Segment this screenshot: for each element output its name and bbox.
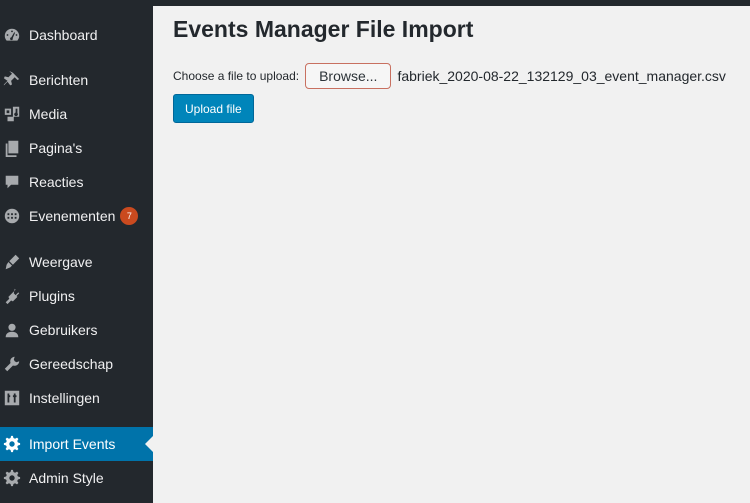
sidebar-item-label: Pagina's xyxy=(29,140,83,156)
sidebar-item-import-events[interactable]: Import Events xyxy=(0,427,153,461)
sidebar-item-label: Gebruikers xyxy=(29,322,98,338)
file-upload-row: Choose a file to upload: Browse... fabri… xyxy=(173,63,726,89)
sidebar-item-label: Evenementen xyxy=(29,208,116,224)
sidebar-item-label: Admin Style xyxy=(29,470,104,486)
sidebar-item-berichten[interactable]: Berichten xyxy=(0,63,153,97)
sidebar-item-media[interactable]: Media xyxy=(0,97,153,131)
brush-icon xyxy=(2,252,22,272)
comments-icon xyxy=(2,172,22,192)
sidebar-item-weergave[interactable]: Weergave xyxy=(0,245,153,279)
sidebar-item-label: Plugins xyxy=(29,288,75,304)
pages-icon xyxy=(2,138,22,158)
dashboard-icon xyxy=(2,25,22,45)
admin-sidebar: Dashboard Berichten Media Pagina's React… xyxy=(0,6,153,503)
selected-file-name: fabriek_2020-08-22_132129_03_event_manag… xyxy=(397,68,726,84)
sidebar-item-gereedschap[interactable]: Gereedschap xyxy=(0,347,153,381)
sidebar-item-label: Gereedschap xyxy=(29,356,114,372)
notification-badge: 7 xyxy=(120,207,139,225)
sidebar-item-reacties[interactable]: Reacties xyxy=(0,165,153,199)
gear-icon xyxy=(2,468,22,488)
page-title: Events Manager File Import xyxy=(173,16,474,42)
calendar-icon xyxy=(2,206,22,226)
user-icon xyxy=(2,320,22,340)
file-upload-label: Choose a file to upload: xyxy=(173,69,300,83)
gear-icon xyxy=(2,434,22,454)
sidebar-item-gebruikers[interactable]: Gebruikers xyxy=(0,313,153,347)
sidebar-item-label: Weergave xyxy=(29,254,93,270)
sidebar-item-label: Berichten xyxy=(29,72,89,88)
wrench-icon xyxy=(2,354,22,374)
sidebar-item-label: Dashboard xyxy=(29,27,98,43)
sidebar-item-label: Reacties xyxy=(29,174,84,190)
browse-button[interactable]: Browse... xyxy=(305,63,392,89)
sidebar-item-admin-style[interactable]: Admin Style xyxy=(0,461,153,495)
settings-sliders-icon xyxy=(2,388,22,408)
sidebar-item-plugins[interactable]: Plugins xyxy=(0,279,153,313)
media-icon xyxy=(2,104,22,124)
pin-icon xyxy=(2,70,22,90)
main-content: Events Manager File Import Choose a file… xyxy=(153,6,750,503)
sidebar-item-paginas[interactable]: Pagina's xyxy=(0,131,153,165)
upload-file-button[interactable]: Upload file xyxy=(173,94,254,123)
sidebar-item-dashboard[interactable]: Dashboard xyxy=(0,18,153,52)
sidebar-item-evenementen[interactable]: Evenementen 7 xyxy=(0,199,153,233)
sidebar-item-label: Import Events xyxy=(29,436,116,452)
plugin-icon xyxy=(2,286,22,306)
sidebar-item-instellingen[interactable]: Instellingen xyxy=(0,381,153,415)
sidebar-item-label: Media xyxy=(29,106,68,122)
sidebar-item-label: Instellingen xyxy=(29,390,100,406)
